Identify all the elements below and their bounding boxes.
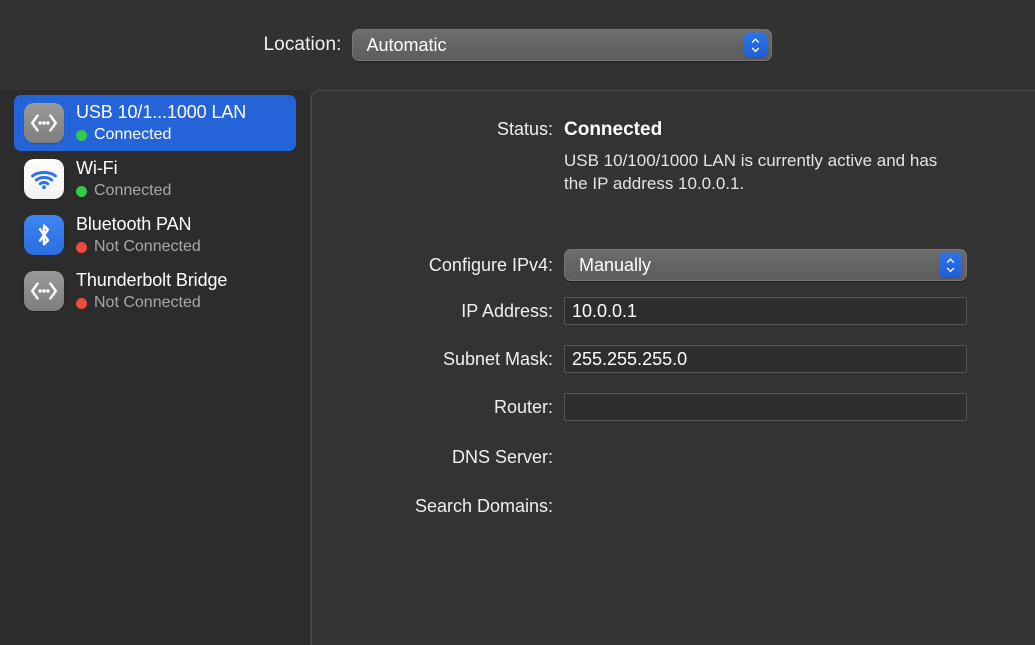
search-domains-row: Search Domains: [312, 496, 1035, 517]
sidebar-item-text: Thunderbolt Bridge Not Connected [76, 270, 227, 312]
status-dot-icon [76, 185, 87, 197]
network-services-sidebar: USB 10/1...1000 LAN Connected Wi-Fi Conn… [0, 90, 311, 645]
location-popup-button[interactable]: Automatic [351, 29, 772, 61]
status-description: USB 10/100/1000 LAN is currently active … [564, 151, 938, 193]
network-preferences-window: Location: Automatic USB 10/1...1000 LAN … [0, 0, 1035, 645]
status-description-row: USB 10/100/1000 LAN is currently active … [312, 150, 1035, 195]
bluetooth-icon [24, 215, 64, 255]
wifi-icon [24, 159, 64, 199]
configure-ipv4-selected-value: Manually [579, 254, 652, 275]
status-label: Status: [496, 119, 553, 139]
status-text: Connected [94, 182, 172, 199]
chevron-up-down-icon[interactable] [743, 32, 767, 58]
configure-ipv4-row: Configure IPv4: Manually [312, 249, 1035, 281]
status-row: Status: Connected [312, 119, 1035, 141]
sidebar-item-text: Bluetooth PAN Not Connected [76, 214, 201, 256]
sidebar-item-label: USB 10/1...1000 LAN [76, 102, 247, 122]
sidebar-item-label: Bluetooth PAN [76, 214, 192, 234]
location-label: Location: [263, 34, 342, 55]
status-badge: Not Connected [76, 294, 227, 312]
sidebar-item-label: Wi-Fi [76, 158, 118, 178]
status-badge: Connected [76, 182, 171, 200]
sidebar-item-bluetooth-pan[interactable]: Bluetooth PAN Not Connected [14, 207, 296, 263]
router-input[interactable] [564, 393, 967, 421]
configure-ipv4-popup-button[interactable]: Manually [564, 249, 967, 281]
location-selected-value: Automatic [366, 34, 447, 55]
sidebar-item-label: Thunderbolt Bridge [76, 270, 228, 290]
ip-address-input[interactable]: 10.0.0.1 [564, 297, 967, 325]
status-badge: Connected [76, 126, 246, 144]
ip-address-row: IP Address: 10.0.0.1 [312, 297, 1035, 325]
ip-address-label: IP Address: [461, 300, 553, 321]
router-row: Router: [312, 393, 1035, 421]
sidebar-item-text: Wi-Fi Connected [76, 158, 171, 200]
status-value: Connected [564, 119, 663, 140]
sidebar-item-thunderbolt-bridge[interactable]: Thunderbolt Bridge Not Connected [14, 263, 296, 319]
dns-server-row: DNS Server: [312, 447, 1035, 468]
status-text: Not Connected [94, 238, 201, 255]
sidebar-item-text: USB 10/1...1000 LAN Connected [76, 102, 246, 144]
subnet-mask-input[interactable]: 255.255.255.0 [564, 345, 967, 373]
search-domains-label: Search Domains: [414, 496, 553, 516]
subnet-mask-row: Subnet Mask: 255.255.255.0 [312, 345, 1035, 373]
sidebar-item-wifi[interactable]: Wi-Fi Connected [14, 151, 296, 207]
chevron-up-down-icon[interactable] [939, 252, 962, 278]
status-dot-icon [76, 297, 87, 309]
ethernet-icon [24, 271, 64, 311]
service-details-panel: Status: Connected USB 10/100/1000 LAN is… [311, 90, 1035, 645]
status-badge: Not Connected [76, 238, 201, 256]
ethernet-icon [24, 103, 64, 143]
status-dot-icon [76, 241, 87, 253]
dns-server-label: DNS Server: [451, 447, 553, 467]
router-label: Router: [493, 396, 553, 417]
configure-ipv4-label: Configure IPv4: [428, 254, 553, 275]
subnet-mask-label: Subnet Mask: [442, 348, 553, 369]
location-bar: Location: Automatic [0, 0, 1035, 90]
status-text: Not Connected [94, 294, 201, 311]
sidebar-item-usb-lan[interactable]: USB 10/1...1000 LAN Connected [14, 95, 296, 151]
status-text: Connected [94, 126, 172, 143]
status-dot-icon [76, 129, 87, 141]
